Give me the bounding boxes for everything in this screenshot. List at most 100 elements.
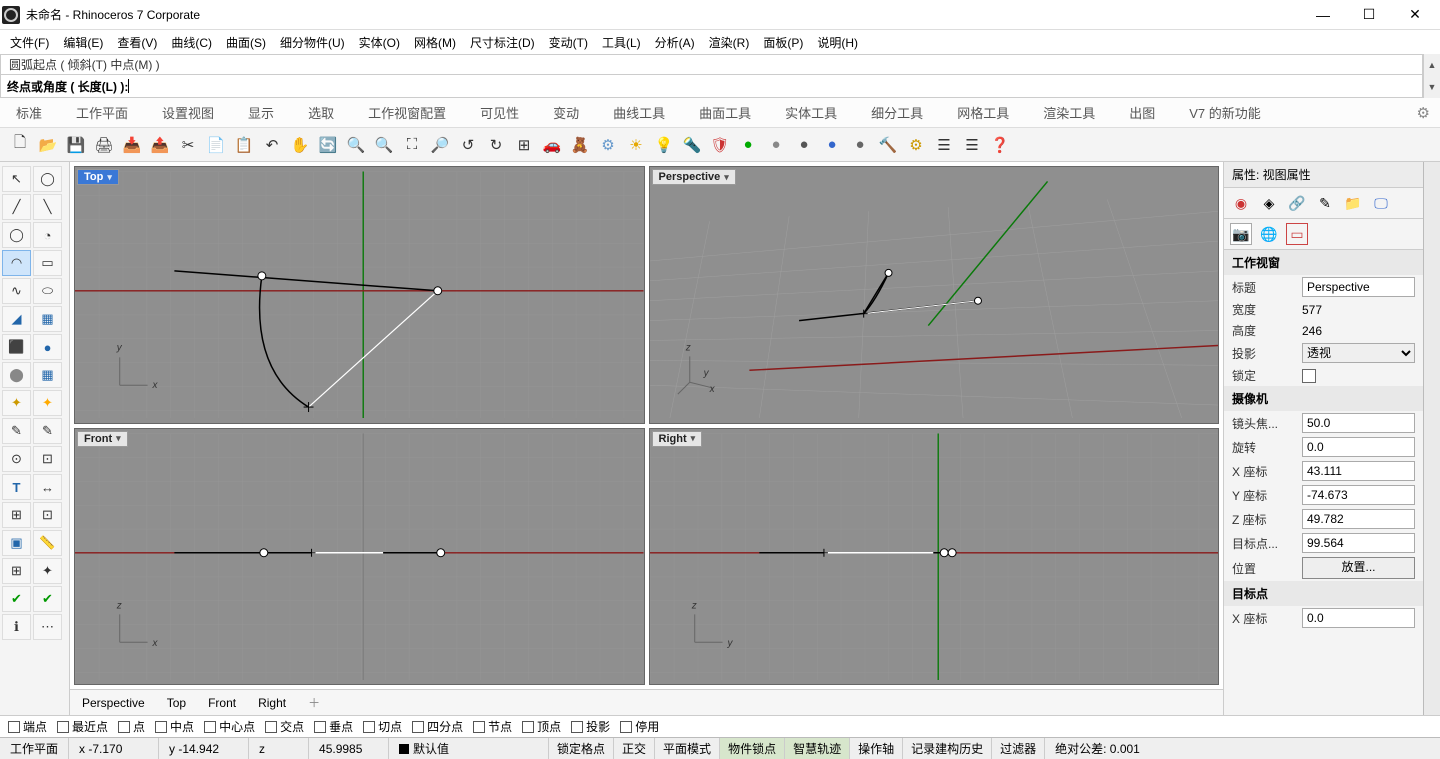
layers-icon[interactable]: ☰ [932,133,956,157]
tab-v7new[interactable]: V7 的新功能 [1189,103,1261,122]
menu-help[interactable]: 说明(H) [817,34,858,51]
prop-dist-input[interactable]: 99.564 [1302,533,1415,553]
menu-surface[interactable]: 曲面(S) [226,34,266,51]
curve-icon[interactable]: ∿ [2,278,31,304]
viewport-top[interactable]: Top▾ yx [74,166,645,424]
viewport-perspective[interactable]: Perspective▾ [649,166,1220,424]
tab-cplane[interactable]: 工作平面 [76,103,128,122]
prop-tab-folder-icon[interactable]: 📁 [1342,192,1364,214]
prop-tab-link-icon[interactable]: 🔗 [1286,192,1308,214]
tab-transform[interactable]: 变动 [553,103,579,122]
toy-icon[interactable]: 🧸 [568,133,592,157]
group-icon[interactable]: ⊡ [33,502,62,528]
surf-icon[interactable]: ◢ [2,306,31,332]
undo-view-icon[interactable]: ↺ [456,133,480,157]
grid-icon[interactable]: ⊞ [2,558,31,584]
tog-filter[interactable]: 过滤器 [992,738,1045,759]
vtab-add-icon[interactable]: ＋ [308,694,320,711]
menu-tools[interactable]: 工具(L) [602,34,641,51]
save-icon[interactable]: 💾 [64,133,88,157]
dim-icon[interactable]: ↔ [33,474,62,500]
prop-rot-input[interactable]: 0.0 [1302,437,1415,457]
check2-icon[interactable]: ✔ [33,586,62,612]
prop-z-input[interactable]: 49.782 [1302,509,1415,529]
prop-tx-input[interactable]: 0.0 [1302,608,1415,628]
prop-x-input[interactable]: 43.111 [1302,461,1415,481]
line-icon[interactable]: ╲ [33,194,62,220]
sphere2-icon[interactable]: ● [764,133,788,157]
tog-planar[interactable]: 平面模式 [655,738,720,759]
vtab-persp[interactable]: Perspective [82,696,145,710]
check-icon[interactable]: ✔ [2,586,31,612]
osnap-near[interactable]: 最近点 [57,718,108,735]
explode-icon[interactable]: ✦ [33,558,62,584]
text-icon[interactable]: T [2,474,31,500]
sphere1-icon[interactable]: ● [736,133,760,157]
arc-icon[interactable]: ◠ [2,250,31,276]
options-icon[interactable]: ⚙ [596,133,620,157]
pts-icon[interactable]: ⊡ [33,446,62,472]
viewport-right[interactable]: Right▾ zy [649,428,1220,686]
vtab-front[interactable]: Front [208,696,236,710]
bulb-icon[interactable]: 💡 [652,133,676,157]
redo-view-icon[interactable]: ↻ [484,133,508,157]
prop-tab-screen-icon[interactable]: 🖵 [1370,192,1392,214]
menu-transform[interactable]: 变动(T) [549,34,588,51]
menu-view[interactable]: 查看(V) [117,34,157,51]
meas-icon[interactable]: 📏 [33,530,62,556]
tab-standard[interactable]: 标准 [16,103,42,122]
prop-y-input[interactable]: -74.673 [1302,485,1415,505]
open-icon[interactable]: 📂 [36,133,60,157]
sphere4-icon[interactable]: ● [820,133,844,157]
menu-file[interactable]: 文件(F) [10,34,49,51]
zoom-window-icon[interactable]: 🔍 [372,133,396,157]
tab-print[interactable]: 出图 [1129,103,1155,122]
osnap-end[interactable]: 端点 [8,718,47,735]
tog-gumball[interactable]: 操作轴 [850,738,903,759]
spot-icon[interactable]: 🔦 [680,133,704,157]
osnap-cen[interactable]: 中心点 [204,718,255,735]
box-icon[interactable]: ⬛ [2,334,31,360]
osnap-project[interactable]: 投影 [571,718,610,735]
more-icon[interactable]: ⋯ [33,614,62,640]
command-line[interactable]: 终点或角度 ( 长度(L) ): [0,74,1423,98]
maximize-button[interactable]: ☐ [1346,0,1392,30]
lasso-icon[interactable]: ◯ [33,166,62,192]
osnap-point[interactable]: 点 [118,718,145,735]
rotate-icon[interactable]: 🔄 [316,133,340,157]
tab-rendertools[interactable]: 渲染工具 [1043,103,1095,122]
tab-select[interactable]: 选取 [308,103,334,122]
menu-curve[interactable]: 曲线(C) [171,34,212,51]
prop-projection-select[interactable]: 透视 [1302,343,1415,363]
undo-icon[interactable]: ↶ [260,133,284,157]
star-icon[interactable]: ✦ [33,390,62,416]
osnap-disable[interactable]: 停用 [620,718,659,735]
tog-gridsnap[interactable]: 锁定格点 [549,738,614,759]
edit-icon[interactable]: ✎ [2,418,31,444]
osnap-knot[interactable]: 节点 [473,718,512,735]
zoom-sel-icon[interactable]: 🔎 [428,133,452,157]
tab-solidtools[interactable]: 实体工具 [785,103,837,122]
tog-osnap[interactable]: 物件锁点 [720,738,785,759]
gear-icon2[interactable]: ✦ [2,390,31,416]
cut-icon[interactable]: ✂ [176,133,200,157]
circle-icon[interactable]: ◯ [2,222,31,248]
osnap-vertex[interactable]: 顶点 [522,718,561,735]
surf2-icon[interactable]: ▦ [33,306,62,332]
export-icon[interactable]: 📤 [148,133,172,157]
menu-solid[interactable]: 实体(O) [359,34,400,51]
menu-subd[interactable]: 细分物件(U) [280,34,345,51]
gear2-icon[interactable]: ⚙ [904,133,928,157]
import-icon[interactable]: 📥 [120,133,144,157]
gear-icon[interactable]: ⚙ [1417,104,1430,122]
menu-edit[interactable]: 编辑(E) [63,34,103,51]
properties-scrollbar[interactable] [1423,162,1440,715]
prop-tab-edit-icon[interactable]: ✎ [1314,192,1336,214]
new-icon[interactable]: 🗋 [8,133,32,157]
osnap-tan[interactable]: 切点 [363,718,402,735]
sphere5-icon[interactable]: ● [848,133,872,157]
help-icon[interactable]: ❓ [988,133,1012,157]
osnap-quad[interactable]: 四分点 [412,718,463,735]
render-icon[interactable]: 🛡 [708,133,732,157]
prop-title-input[interactable]: Perspective [1302,277,1415,297]
